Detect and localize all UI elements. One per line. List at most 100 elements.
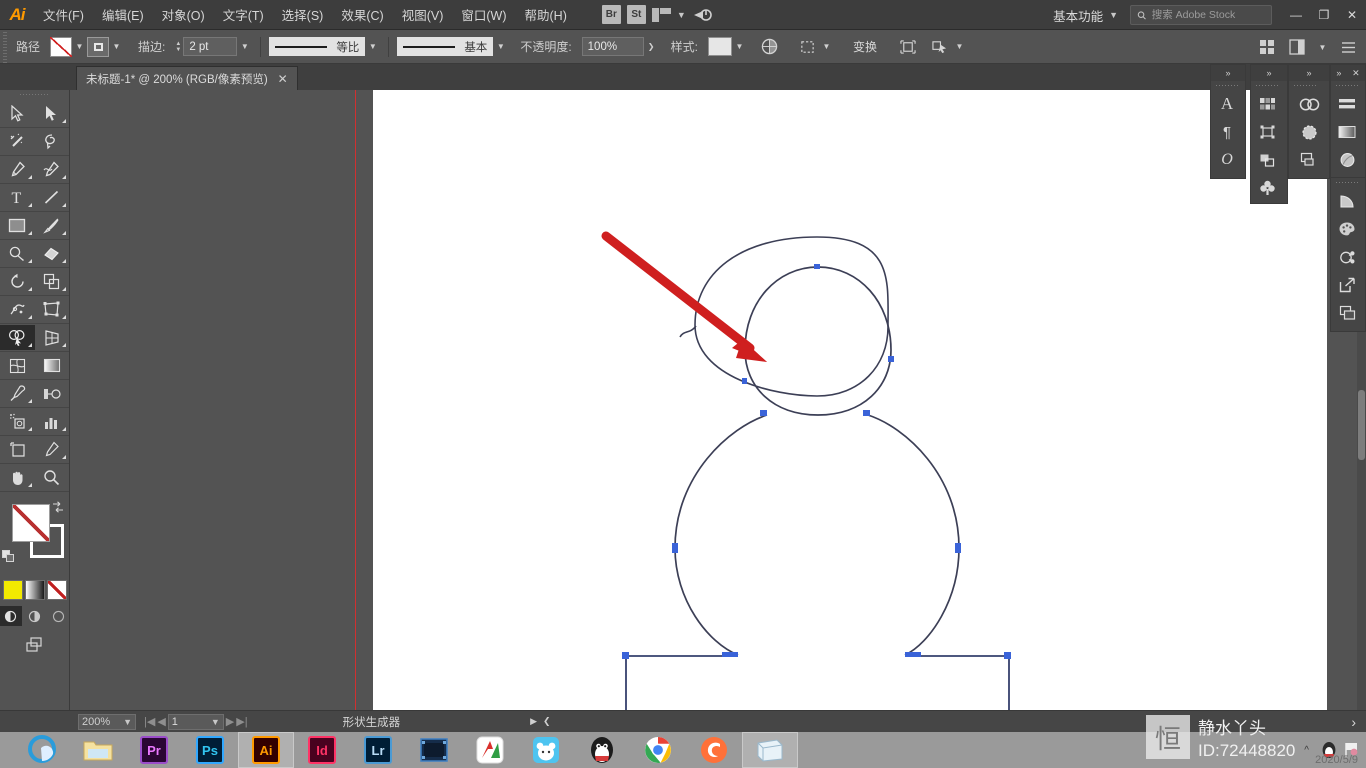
stroke-weight-chevron-down-icon[interactable]: ▼ — [237, 37, 252, 57]
normal-screen-mode-button[interactable] — [0, 606, 22, 626]
selection-tool[interactable] — [0, 101, 35, 126]
mesh-tool[interactable] — [0, 353, 35, 378]
artboard-number-select[interactable]: 1 ▼ — [167, 713, 224, 730]
tray-flag-icon[interactable] — [1343, 741, 1360, 759]
opacity-value[interactable]: 100% — [581, 37, 644, 56]
menu-effect[interactable]: 效果(C) — [332, 0, 392, 30]
direct-selection-tool[interactable] — [35, 101, 70, 126]
shape-builder-tool[interactable] — [0, 325, 35, 350]
select-similar-chevron-down-icon[interactable]: ▼ — [819, 37, 834, 57]
graphic-style-swatch[interactable] — [708, 37, 732, 56]
swatches-panel-icon[interactable] — [1251, 90, 1283, 118]
dock-collapse-icon-3[interactable]: » — [1289, 65, 1329, 81]
transform-button[interactable]: 变换 — [846, 35, 884, 58]
grid-view-icon[interactable] — [1255, 35, 1279, 59]
appearance-panel-icon[interactable] — [1331, 146, 1363, 174]
taskbar-file-explorer[interactable] — [70, 732, 126, 768]
shaper-tool[interactable] — [0, 241, 35, 266]
symbol-sprayer-tool[interactable] — [0, 409, 35, 434]
menu-edit[interactable]: 编辑(E) — [93, 0, 153, 30]
color-guide-panel-icon[interactable] — [1331, 243, 1363, 271]
taskbar-qq[interactable] — [574, 732, 630, 768]
taskbar-browser[interactable] — [14, 732, 70, 768]
document-tab-close-icon[interactable]: ✕ — [278, 73, 288, 85]
last-artboard-icon[interactable]: ▶| — [236, 715, 247, 728]
lasso-tool[interactable] — [35, 129, 70, 154]
panel-menu-icon[interactable] — [1336, 35, 1360, 59]
gradient-button[interactable] — [24, 580, 45, 600]
width-tool[interactable] — [0, 297, 35, 322]
document-tab[interactable]: 未标题-1* @ 200% (RGB/像素预览) ✕ — [76, 66, 298, 90]
eyedropper-tool[interactable] — [0, 381, 35, 406]
stroke-swatch[interactable] — [87, 36, 110, 57]
panel-layout-chevron-down-icon[interactable]: ▼ — [1315, 37, 1330, 57]
canvas-area[interactable]: 激活 Windows 转到"电脑设置"以激活 Windows。 — [70, 90, 1366, 710]
bridge-icon[interactable]: Br — [601, 5, 621, 24]
gradient-panel-icon[interactable] — [1331, 118, 1363, 146]
arrange-chevron-down-icon-2[interactable]: ▼ — [952, 37, 967, 57]
taskbar-lightroom[interactable]: Lr — [350, 732, 406, 768]
symbols-panel-icon[interactable] — [1251, 174, 1283, 202]
brush-chevron-down-icon[interactable]: ▼ — [493, 37, 508, 57]
color-button[interactable] — [2, 580, 23, 600]
dock-grip-3[interactable] — [1289, 81, 1329, 90]
dock-collapse-icon-2[interactable]: » — [1251, 65, 1287, 81]
scrollbar-thumb[interactable] — [1358, 390, 1365, 460]
artboards-panel-icon[interactable] — [1331, 299, 1363, 327]
adobe-stock-search[interactable] — [1130, 5, 1272, 25]
previous-artboard-icon[interactable]: ◀ — [157, 715, 165, 728]
menu-file[interactable]: 文件(F) — [34, 0, 93, 30]
tools-panel-grip[interactable] — [0, 90, 69, 100]
fill-swatch[interactable] — [50, 36, 73, 57]
taskbar-video-editor[interactable] — [406, 732, 462, 768]
menu-type[interactable]: 文字(T) — [214, 0, 273, 30]
taskbar-wps[interactable] — [462, 732, 518, 768]
stroke-profile-select[interactable]: 等比 — [269, 37, 366, 56]
arrange-chevron-down-icon[interactable]: ▼ — [677, 10, 686, 20]
opacity-expand-icon[interactable]: ❯ — [644, 37, 659, 57]
type-tool[interactable]: T — [0, 185, 35, 210]
zoom-level-select[interactable]: 200% ▼ — [78, 713, 136, 730]
layers-panel-icon[interactable] — [1289, 146, 1329, 174]
gradient-tool[interactable] — [35, 353, 70, 378]
brushes-panel-icon[interactable] — [1289, 118, 1329, 146]
taskbar-photoshop[interactable]: Ps — [182, 732, 238, 768]
arrange-documents-icon[interactable] — [651, 7, 671, 22]
slice-tool[interactable] — [35, 437, 70, 462]
status-expand-icon[interactable]: ▶ — [530, 716, 537, 727]
full-screen-menu-mode-button[interactable] — [24, 606, 46, 626]
menu-view[interactable]: 视图(V) — [393, 0, 453, 30]
stroke-chevron-down-icon[interactable]: ▼ — [109, 37, 124, 57]
search-input[interactable] — [1151, 9, 1265, 21]
gradient-tool-panel-icon[interactable] — [1331, 187, 1363, 215]
full-screen-mode-button[interactable] — [47, 606, 69, 626]
taskbar-firefox[interactable] — [686, 732, 742, 768]
current-tool-label[interactable]: 形状生成器 — [343, 714, 401, 730]
dock-collapse-icon-1[interactable]: » — [1211, 65, 1245, 81]
dock-close-icon[interactable]: ✕ — [1352, 68, 1360, 79]
asset-export-panel-icon[interactable] — [1331, 271, 1363, 299]
pathfinder-panel-icon[interactable] — [1251, 146, 1283, 174]
zoom-tool[interactable] — [35, 465, 70, 490]
menu-help[interactable]: 帮助(H) — [516, 0, 576, 30]
blend-tool[interactable] — [35, 381, 70, 406]
paragraph-panel-icon[interactable]: ¶ — [1211, 118, 1243, 146]
color-panel-icon[interactable] — [1331, 215, 1363, 243]
default-fill-stroke-icon[interactable] — [2, 550, 16, 564]
stroke-weight-value[interactable]: 2 pt — [183, 37, 238, 56]
status-collapse-icon[interactable]: ❮ — [543, 716, 551, 727]
stroke-weight-stepper[interactable]: ▲ ▼ — [175, 41, 181, 53]
align-icon[interactable] — [896, 35, 920, 59]
cc-libraries-panel-icon[interactable] — [1289, 90, 1329, 118]
perspective-grid-tool[interactable] — [35, 325, 70, 350]
paintbrush-tool[interactable] — [35, 213, 70, 238]
rectangle-tool[interactable] — [0, 213, 35, 238]
glyphs-panel-icon[interactable]: O — [1211, 146, 1243, 174]
hand-tool[interactable] — [0, 465, 35, 490]
dock-grip-1[interactable] — [1211, 81, 1245, 90]
style-chevron-down-icon[interactable]: ▼ — [732, 37, 747, 57]
taskbar-blue-app[interactable] — [518, 732, 574, 768]
none-button[interactable] — [46, 580, 67, 600]
pen-tool[interactable] — [0, 157, 35, 182]
window-close-button[interactable]: ✕ — [1338, 0, 1366, 30]
